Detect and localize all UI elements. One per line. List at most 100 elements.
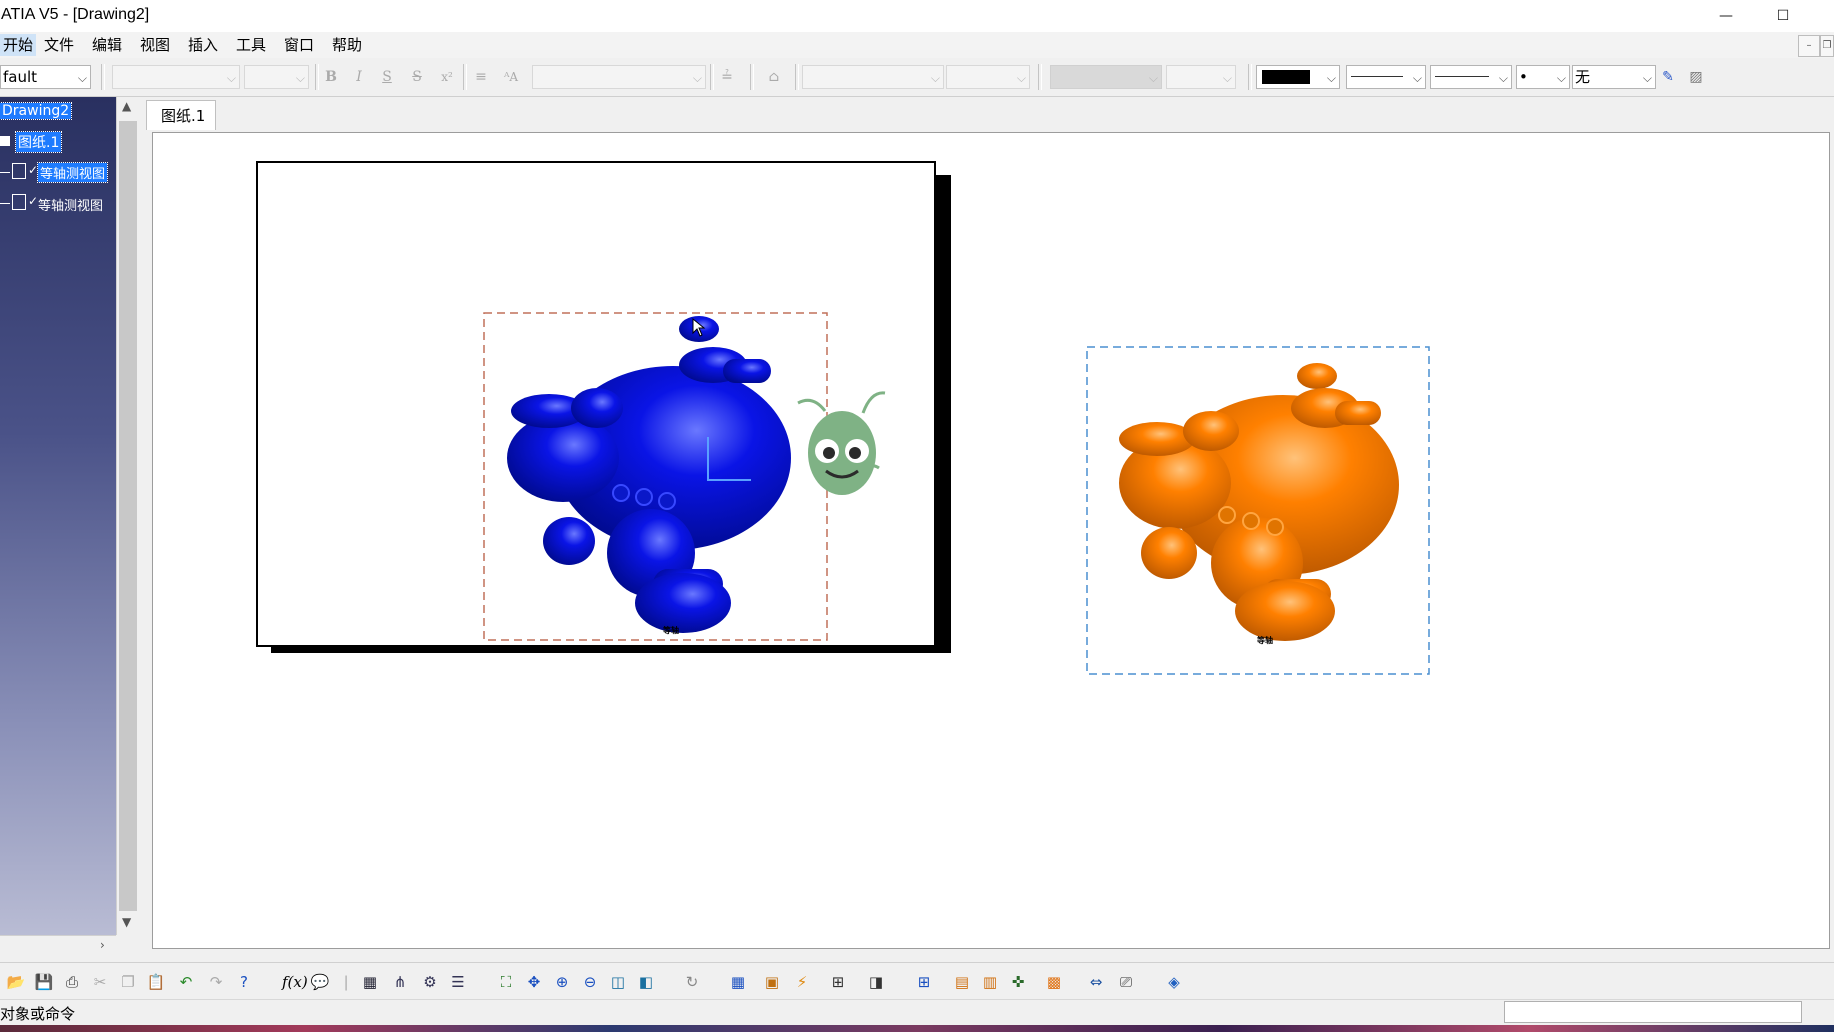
- tree-horizontal-scrollbar[interactable]: ›: [0, 935, 116, 958]
- annotation-icon[interactable]: ✜: [1008, 972, 1028, 992]
- tree-item-sheet[interactable]: 图纸.1: [14, 131, 63, 153]
- fit-all-icon[interactable]: ⛶: [496, 972, 516, 992]
- table-icon[interactable]: ▦: [360, 972, 380, 992]
- analysis-icon[interactable]: ☰: [448, 972, 468, 992]
- save-icon[interactable]: 💾: [34, 972, 54, 992]
- frame-style-icon[interactable]: ⌂: [764, 67, 784, 87]
- italic-button[interactable]: I: [349, 67, 369, 87]
- text-frame-icon[interactable]: ᴬA: [501, 67, 521, 87]
- zoom-out-icon[interactable]: ⊖: [580, 972, 600, 992]
- layout-icon[interactable]: ⊞: [828, 972, 848, 992]
- menu-help[interactable]: 帮助: [329, 34, 365, 56]
- hatch-icon[interactable]: ▨: [1686, 67, 1706, 87]
- compare-icon[interactable]: ⇔: [1086, 972, 1106, 992]
- point-type-combo[interactable]: • ⌵: [1516, 65, 1570, 89]
- tree-icon[interactable]: ⋔: [390, 972, 410, 992]
- redo-icon[interactable]: ↷: [206, 972, 226, 992]
- chevron-down-icon: ⌵: [1148, 71, 1158, 85]
- mdi-minimize-button[interactable]: –: [1798, 35, 1820, 57]
- maximize-button[interactable]: ☐: [1760, 0, 1806, 32]
- comment-icon[interactable]: 💬: [310, 972, 330, 992]
- menu-view[interactable]: 视图: [137, 34, 173, 56]
- menu-file[interactable]: 文件: [41, 34, 77, 56]
- dimension-icon[interactable]: ▥: [980, 972, 1000, 992]
- print-area-icon[interactable]: ▩: [1044, 972, 1064, 992]
- minimize-button[interactable]: —: [1703, 0, 1749, 32]
- menu-edit[interactable]: 编辑: [89, 34, 125, 56]
- knowledge-icon[interactable]: ❘: [336, 972, 356, 992]
- font-size-combo[interactable]: ⌵: [244, 65, 309, 89]
- zoom-in-icon[interactable]: ⊕: [552, 972, 572, 992]
- command-input[interactable]: [1504, 1001, 1802, 1023]
- grid2-icon[interactable]: ⊞: [914, 972, 934, 992]
- menu-start[interactable]: 开始: [0, 34, 37, 56]
- chevron-down-icon: ⌵: [226, 71, 236, 85]
- tree-vertical-scrollbar[interactable]: ▲ ▼: [116, 97, 139, 935]
- pencil-icon: ✓: [28, 163, 39, 177]
- chevron-down-icon: ⌵: [930, 71, 940, 85]
- frame-icon[interactable]: ◨: [866, 972, 886, 992]
- multi-view-icon[interactable]: ◧: [636, 972, 656, 992]
- format-combo[interactable]: ⌵: [1166, 65, 1236, 89]
- mdi-restore-button[interactable]: ❐: [1820, 35, 1834, 57]
- paste-icon[interactable]: 📋: [146, 972, 166, 992]
- scroll-down-icon[interactable]: ▼: [122, 915, 131, 929]
- tree-root-drawing[interactable]: Drawing2: [0, 102, 73, 120]
- superscript-button[interactable]: x²: [437, 67, 457, 87]
- linetype-combo[interactable]: ⌵: [1430, 65, 1512, 89]
- generate-icon[interactable]: ⚡: [792, 972, 812, 992]
- view-label-blue: 等轴: [662, 625, 679, 635]
- pattern-combo[interactable]: 无 ⌵: [1572, 65, 1656, 89]
- line-sample: [1435, 76, 1489, 77]
- tolerance-combo[interactable]: ⌵: [946, 65, 1030, 89]
- scroll-up-icon[interactable]: ▲: [122, 99, 131, 113]
- pattern-value: 无: [1575, 68, 1591, 86]
- whats-this-icon[interactable]: ?: [234, 972, 254, 992]
- normal-view-icon[interactable]: ◫: [608, 972, 628, 992]
- measure-icon[interactable]: ⚙: [420, 972, 440, 992]
- dimension-style-combo[interactable]: ⌵: [802, 65, 944, 89]
- color-combo[interactable]: ⌵: [1256, 65, 1340, 89]
- align-icon[interactable]: ≡: [471, 67, 491, 87]
- undo-icon[interactable]: ↶: [176, 972, 196, 992]
- print-icon[interactable]: ⎙: [62, 972, 82, 992]
- menu-bar: 开始 文件 编辑 视图 插入 工具 窗口 帮助 – ❐: [0, 32, 1834, 58]
- line-thickness-combo[interactable]: ⌵: [1346, 65, 1426, 89]
- sheet-icon[interactable]: ▣: [762, 972, 782, 992]
- menu-window[interactable]: 窗口: [281, 34, 317, 56]
- strikethrough-button[interactable]: S: [407, 67, 427, 87]
- formula-icon[interactable]: f(x): [282, 972, 308, 992]
- copy-icon[interactable]: ❐: [118, 972, 138, 992]
- menu-insert[interactable]: 插入: [185, 34, 221, 56]
- grid-icon[interactable]: ▦: [728, 972, 748, 992]
- view-icon: [12, 194, 26, 210]
- font-name-combo[interactable]: ⌵: [112, 65, 240, 89]
- anchor-icon[interactable]: ≟: [717, 67, 737, 87]
- underline-button[interactable]: S: [377, 67, 397, 87]
- paint-brush-icon[interactable]: ✎: [1658, 67, 1678, 87]
- precision-combo[interactable]: ⌵: [1050, 65, 1162, 89]
- menu-tools[interactable]: 工具: [233, 34, 269, 56]
- drawing-canvas[interactable]: 等轴 等轴: [152, 132, 1830, 949]
- point-value: •: [1519, 68, 1528, 86]
- specification-tree: Drawing2 图纸.1 ✓ 等轴测视图 ✓ 等轴测视图: [0, 97, 116, 935]
- chevron-down-icon: ⌵: [692, 71, 702, 85]
- tree-item-view-1[interactable]: 等轴测视图: [36, 162, 109, 183]
- tab-sheet-1[interactable]: 图纸.1: [146, 100, 216, 130]
- part-icon[interactable]: ⎚: [1116, 972, 1136, 992]
- style-combo[interactable]: fault ⌵: [0, 65, 91, 89]
- bold-button[interactable]: B: [321, 67, 341, 87]
- cut-icon[interactable]: ✂: [90, 972, 110, 992]
- chevron-down-icon: ⌵: [1326, 71, 1336, 85]
- view-icon-toolbar[interactable]: ▤: [952, 972, 972, 992]
- pan-icon[interactable]: ✥: [524, 972, 544, 992]
- maximize-icon: ☐: [1776, 8, 1790, 24]
- tree-item-view-2[interactable]: 等轴测视图: [38, 195, 103, 214]
- layer-icon[interactable]: ◈: [1164, 972, 1184, 992]
- scroll-right-icon[interactable]: ›: [100, 938, 105, 952]
- text-style-combo[interactable]: ⌵: [532, 65, 706, 89]
- scrollbar-thumb[interactable]: [119, 121, 137, 911]
- refresh-icon[interactable]: ↻: [682, 972, 702, 992]
- isometric-view-orange[interactable]: 等轴: [1086, 346, 1430, 675]
- open-icon[interactable]: 📂: [6, 972, 26, 992]
